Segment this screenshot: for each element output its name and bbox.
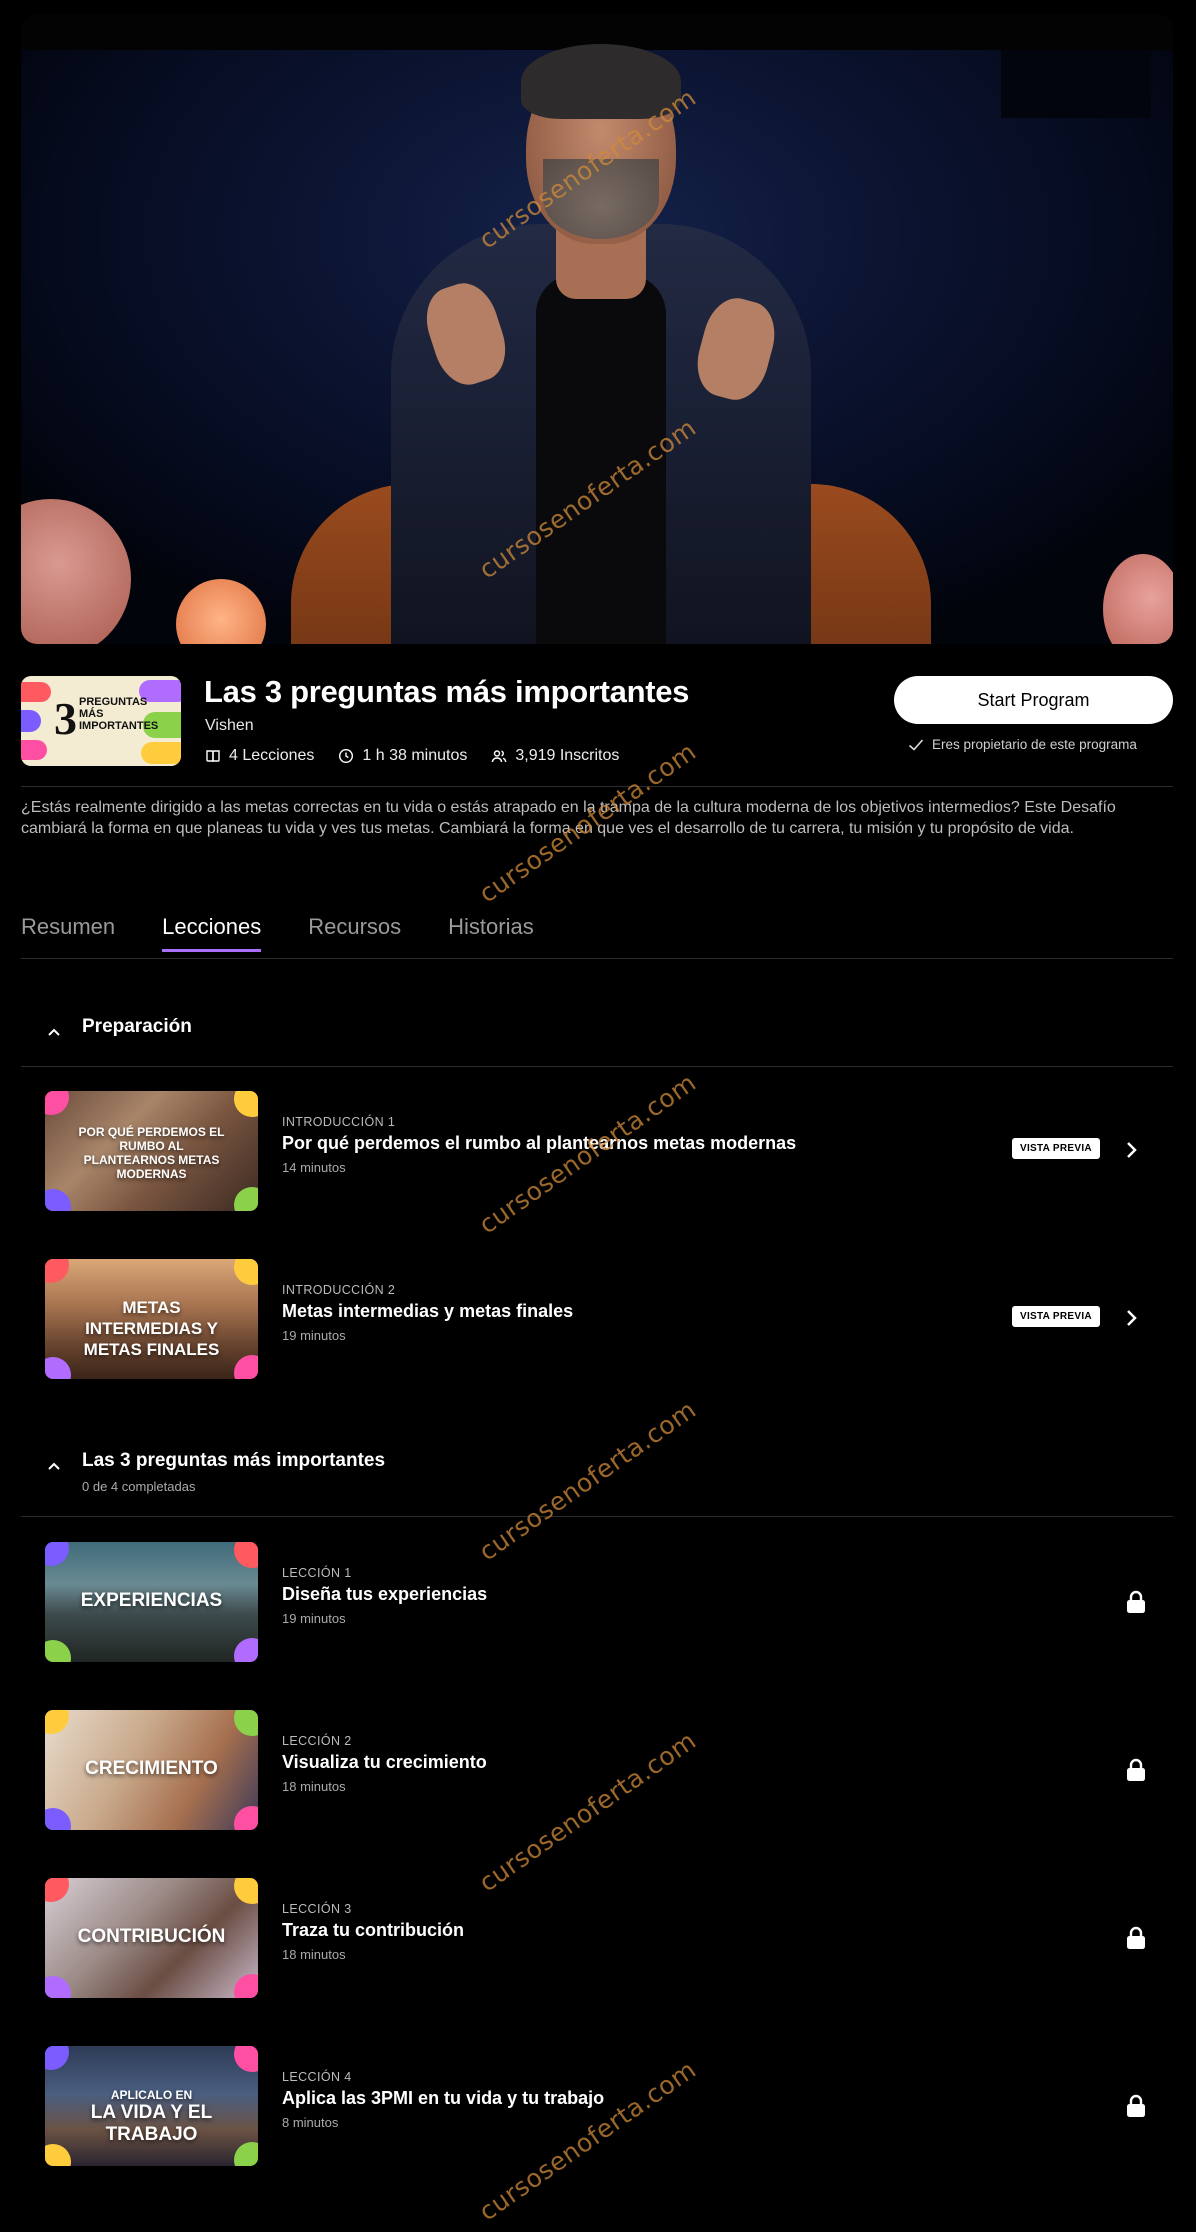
lesson-kicker: INTRODUCCIÓN 2 (282, 1283, 396, 1297)
lesson-duration: 18 minutos (282, 1947, 346, 1962)
lessons-count: 4 Lecciones (205, 747, 314, 765)
book-icon (206, 750, 220, 762)
lesson-thumbnail: CRECIMIENTO (45, 1710, 258, 1830)
section-header-3-preguntas[interactable]: Las 3 preguntas más importantes 0 de 4 c… (46, 1450, 385, 1494)
lesson-kicker: INTRODUCCIÓN 1 (282, 1115, 396, 1129)
lesson-thumbnail: METAS INTERMEDIAS Y METAS FINALES (45, 1259, 258, 1379)
decor-orb (21, 499, 131, 644)
lesson-title[interactable]: Metas intermedias y metas finales (282, 1301, 573, 1322)
lock-icon (1127, 1758, 1145, 1781)
preview-badge[interactable]: VISTA PREVIA (1012, 1138, 1100, 1159)
lesson-duration: 18 minutos (282, 1779, 346, 1794)
lesson-kicker: LECCIÓN 1 (282, 1566, 352, 1580)
tabs-divider (21, 958, 1173, 959)
lesson-title[interactable]: Por qué perdemos el rumbo al plantearnos… (282, 1133, 796, 1154)
check-icon (908, 738, 924, 751)
lesson-thumbnail: POR QUÉ PERDEMOS EL RUMBO AL PLANTEARNOS… (45, 1091, 258, 1211)
program-meta: 4 Lecciones 1 h 38 minutos 3,919 Inscrit… (205, 747, 619, 765)
owner-note: Eres propietario de este programa (908, 737, 1137, 752)
lesson-thumbnail: EXPERIENCIAS (45, 1542, 258, 1662)
lesson-kicker: LECCIÓN 3 (282, 1902, 352, 1916)
lesson-thumbnail: APLICALO EN LA VIDA Y EL TRABAJO (45, 2046, 258, 2166)
lock-icon (1127, 1926, 1145, 1949)
section-divider (21, 1516, 1173, 1517)
chevron-right-icon[interactable] (1125, 1307, 1139, 1329)
lock-icon (1127, 2094, 1145, 2117)
divider (21, 786, 1173, 787)
lesson-item[interactable]: EXPERIENCIAS LECCIÓN 1 Diseña tus experi… (45, 1542, 1155, 1662)
hero-corner-box (1001, 50, 1151, 118)
decor-orb (176, 579, 266, 644)
watermark: cursosenoferta.com (473, 1394, 702, 1567)
preview-badge[interactable]: VISTA PREVIA (1012, 1306, 1100, 1327)
lesson-title[interactable]: Visualiza tu crecimiento (282, 1752, 487, 1773)
section-progress: 0 de 4 completadas (82, 1479, 196, 1494)
clock-icon (339, 748, 354, 764)
lesson-duration: 19 minutos (282, 1611, 346, 1626)
lesson-thumbnail: CONTRIBUCIÓN (45, 1878, 258, 1998)
enrolled-count: 3,919 Inscritos (491, 747, 619, 765)
presenter (371, 44, 831, 644)
program-title: Las 3 preguntas más importantes (204, 674, 690, 709)
lesson-title[interactable]: Diseña tus experiencias (282, 1584, 487, 1605)
section-divider (21, 1066, 1173, 1067)
lesson-title[interactable]: Traza tu contribución (282, 1920, 464, 1941)
lesson-duration: 8 minutos (282, 2115, 339, 2130)
start-program-button[interactable]: Start Program (894, 676, 1173, 724)
program-author[interactable]: Vishen (205, 717, 254, 735)
hero-video[interactable] (21, 14, 1173, 644)
tab-recursos[interactable]: Recursos (308, 914, 401, 952)
tab-bar: Resumen Lecciones Recursos Historias (21, 914, 534, 952)
chevron-up-icon[interactable] (46, 1458, 62, 1474)
program-thumbnail: 3 PREGUNTAS MÁS IMPORTANTES (21, 676, 181, 766)
tab-lecciones[interactable]: Lecciones (162, 914, 262, 952)
chevron-up-icon[interactable] (46, 1024, 62, 1040)
section-header-preparacion[interactable]: Preparación (46, 1016, 192, 1040)
lesson-duration: 19 minutos (282, 1328, 346, 1343)
lesson-kicker: LECCIÓN 2 (282, 1734, 352, 1748)
decor-orb (1103, 554, 1173, 644)
lesson-item[interactable]: METAS INTERMEDIAS Y METAS FINALES INTROD… (45, 1259, 1155, 1379)
tab-resumen[interactable]: Resumen (21, 914, 115, 952)
duration: 1 h 38 minutos (338, 747, 467, 765)
chevron-right-icon[interactable] (1125, 1139, 1139, 1161)
users-icon (492, 750, 507, 763)
lesson-title[interactable]: Aplica las 3PMI en tu vida y tu trabajo (282, 2088, 604, 2109)
lesson-item[interactable]: CONTRIBUCIÓN LECCIÓN 3 Traza tu contribu… (45, 1878, 1155, 1998)
tab-historias[interactable]: Historias (448, 914, 534, 952)
lesson-kicker: LECCIÓN 4 (282, 2070, 352, 2084)
lock-icon (1127, 1590, 1145, 1613)
